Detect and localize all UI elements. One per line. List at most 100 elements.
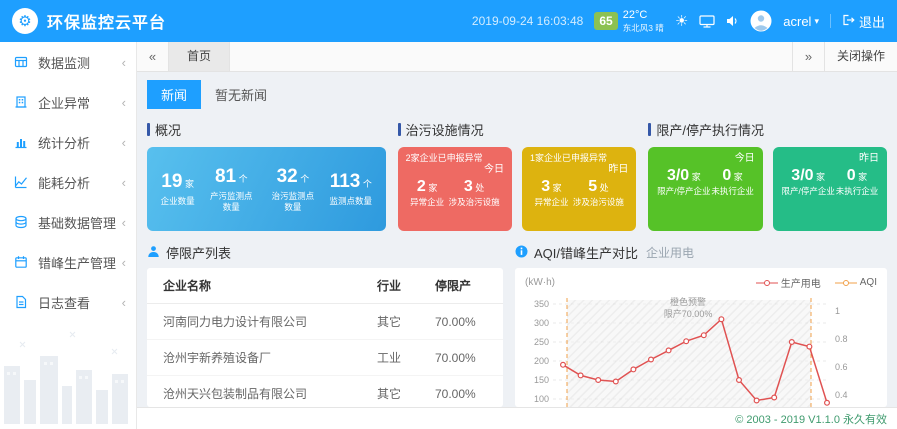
stat-value: 0 [722, 167, 731, 184]
overview-stats-card: 19 家企业数量81 个产污监测点数量32 个治污监测点数量113 个监测点数量 [147, 147, 386, 231]
section-title-text: 概况 [155, 120, 181, 139]
sidebar-item-base-data-management[interactable]: 基础数据管理‹ [0, 202, 136, 242]
stat-value: 113 [330, 171, 361, 192]
overview-stat: 81 个产污监测点数量 [206, 166, 256, 212]
overview-stat: 113 个监测点数量 [330, 171, 373, 207]
stop-list-title-row: 停限产列表 [147, 243, 503, 262]
legend-item-aqi[interactable]: AQI [835, 275, 877, 290]
stat-unit: 家 [426, 183, 438, 193]
stat-label: 限产/停产企业 [657, 186, 710, 197]
y-axis-unit-label: (kW·h) [525, 277, 555, 288]
city-skyline-watermark [0, 324, 136, 429]
title-marker [147, 123, 150, 136]
table-header-row: 企业名称行业停限产 [147, 268, 503, 304]
sidebar-item-label: 数据监测 [38, 53, 122, 72]
speaker-icon[interactable] [726, 15, 739, 27]
stat-unit: 家 [731, 172, 743, 182]
footer: © 2003 - 2019 V1.1.0 永久有效 [137, 407, 897, 429]
sidebar-item-energy-analysis[interactable]: 能耗分析‹ [0, 162, 136, 202]
svg-text:300: 300 [534, 318, 549, 328]
temperature-text: 22°C [623, 9, 664, 22]
user-menu[interactable]: acrel ▾ [783, 14, 819, 29]
table-row[interactable]: 沧州宇新养殖设备厂工业70.00% [147, 340, 503, 376]
overview-stat: 32 个治污监测点数量 [268, 166, 318, 212]
chart-legend: 生产用电 AQI [756, 275, 877, 290]
bottom-panels: 停限产列表 企业名称行业停限产 河南同力电力设计有限公司其它70.00%沧州宇新… [147, 243, 887, 407]
stat-unit: 个 [236, 174, 248, 184]
column-header: 行业 [371, 268, 429, 304]
table-row[interactable]: 河南同力电力设计有限公司其它70.00% [147, 304, 503, 340]
double-chevron-right-icon[interactable]: » [792, 42, 824, 71]
card-period: 今日 [406, 164, 504, 177]
stat-value: 0 [847, 167, 856, 184]
table-cell: 沧州天兴包装制品有限公司 [147, 376, 371, 408]
stat-value: 3/0 [791, 167, 813, 184]
news-tab-no-news[interactable]: 暂无新闻 [201, 80, 281, 109]
tab-home[interactable]: 首页 [169, 42, 230, 71]
sidebar-item-statistics-analysis[interactable]: 统计分析‹ [0, 122, 136, 162]
sun-icon[interactable]: ☀ [675, 14, 688, 29]
weather-widget: 65 22°C 东北风3 晴 [594, 9, 663, 32]
stat-label: 涉及治污设施 [449, 197, 500, 208]
table-cell: 河南同力电力设计有限公司 [147, 304, 371, 340]
monitor-icon[interactable] [699, 15, 715, 28]
user-avatar[interactable] [750, 10, 772, 32]
stat-label: 产污监测点数量 [206, 191, 256, 212]
stop-list-table: 企业名称行业停限产 河南同力电力设计有限公司其它70.00%沧州宇新养殖设备厂工… [147, 268, 503, 407]
sidebar-menu: 数据监测‹企业异常‹统计分析‹能耗分析‹基础数据管理‹错峰生产管理‹日志查看‹ [0, 42, 136, 322]
aqi-panel-title-row: AQI/错峰生产对比 企业用电 [515, 243, 887, 262]
username-text: acrel [783, 14, 811, 29]
close-operations-button[interactable]: 关闭操作 [824, 42, 897, 71]
logout-label: 退出 [859, 12, 885, 31]
aqi-chart-panel: (kW·h) 生产用电AQI 橙色预警限产70.00% 350300250200… [515, 268, 887, 407]
table-row[interactable]: 沧州天兴包装制品有限公司其它70.00% [147, 376, 503, 408]
top-header: ⚙ 环保监控云平台 2019-09-24 16:03:48 65 22°C 东北… [0, 0, 897, 42]
sidebar: 数据监测‹企业异常‹统计分析‹能耗分析‹基础数据管理‹错峰生产管理‹日志查看‹ [0, 42, 137, 429]
table-cell: 70.00% [429, 304, 503, 340]
stat-value: 3/0 [667, 167, 689, 184]
table-cell: 其它 [371, 304, 429, 340]
stat-value: 19 [161, 171, 182, 192]
sidebar-item-label: 能耗分析 [38, 173, 122, 192]
chevron-left-icon: ‹ [122, 135, 126, 150]
section-limit: 限产/停产执行情况 今日3/0 家限产/停产企业0 家未执行企业昨日3/0 家限… [648, 117, 887, 231]
stat-unit: 处 [597, 183, 609, 193]
double-chevron-left-icon[interactable]: « [137, 42, 169, 71]
weather-block: 22°C 东北风3 晴 [623, 9, 664, 32]
stat-label: 企业数量 [161, 196, 195, 207]
table-cell: 工业 [371, 340, 429, 376]
chevron-left-icon: ‹ [122, 295, 126, 310]
info-icon [515, 245, 528, 261]
stat-unit: 个 [298, 174, 310, 184]
legend-item-power[interactable]: 生产用电 [756, 275, 821, 290]
sidebar-item-peak-production-management[interactable]: 错峰生产管理‹ [0, 242, 136, 282]
stat-label: 监测点数量 [330, 196, 373, 207]
section-title: 限产/停产执行情况 [648, 120, 887, 139]
divider [830, 14, 831, 28]
card-period: 今日 [656, 153, 754, 166]
aqi-chart-column: AQI/错峰生产对比 企业用电 (kW·h) 生产用电 AQI 橙色预警限产70.… [515, 243, 887, 407]
stat-label: 未执行企业 [836, 186, 879, 197]
stat-unit: 家 [182, 179, 194, 189]
stat-value: 3 [541, 178, 550, 195]
tab-strip-right: » 关闭操作 [792, 42, 897, 71]
calendar-icon [14, 255, 30, 269]
logout-button[interactable]: 退出 [842, 12, 885, 31]
main-content: 新闻暂无新闻 概况 19 家企业数量 81 个产污监测点数量 32 个治污监测点数量… [137, 72, 897, 407]
sidebar-item-enterprise-abnormal[interactable]: 企业异常‹ [0, 82, 136, 122]
sidebar-item-log-view[interactable]: 日志查看‹ [0, 282, 136, 322]
sidebar-item-data-monitoring[interactable]: 数据监测‹ [0, 42, 136, 82]
stop-list-column: 停限产列表 企业名称行业停限产 河南同力电力设计有限公司其它70.00%沧州宇新… [147, 243, 503, 407]
stat-value: 81 [215, 166, 236, 187]
annotation-line: 限产70.00% [664, 308, 713, 320]
annotation-line: 橙色预警 [664, 296, 713, 308]
table-cell: 沧州宇新养殖设备厂 [147, 340, 371, 376]
stat-label: 未执行企业 [711, 186, 754, 197]
news-tab-news[interactable]: 新闻 [147, 80, 201, 109]
stat-unit: 家 [550, 183, 562, 193]
sidebar-item-label: 错峰生产管理 [38, 253, 122, 272]
gear-icon: ⚙ [18, 14, 31, 29]
svg-text:350: 350 [534, 299, 549, 309]
table-cell: 其它 [371, 376, 429, 408]
section-treatment: 治污设施情况 2家企业已申报异常今日2 家异常企业3 处涉及治污设施1家企业已申… [398, 117, 637, 231]
